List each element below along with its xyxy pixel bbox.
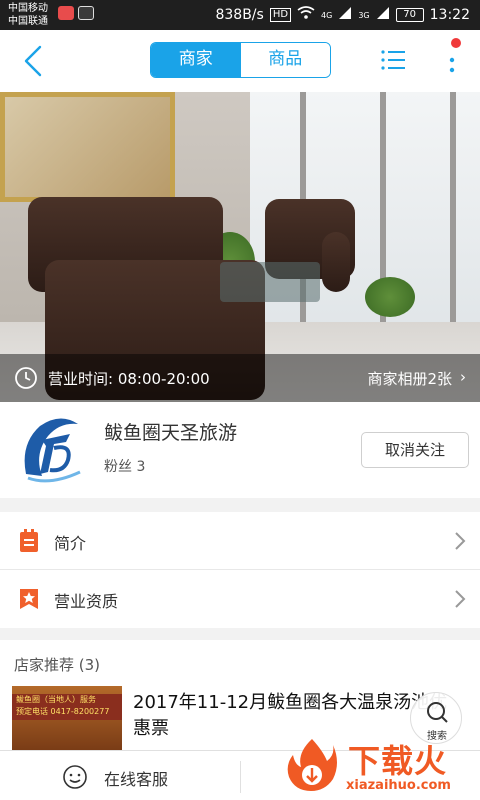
thumbnail-banner: 鲅鱼圈（当地人）服务 预定电话 0417-8200277 bbox=[12, 694, 122, 720]
net-speed: 838B/s bbox=[215, 7, 264, 23]
document-icon bbox=[18, 529, 40, 553]
thumbnail-text-2: 预定电话 0417-8200277 bbox=[16, 707, 110, 716]
list-icon bbox=[381, 50, 405, 70]
chevron-right-icon: › bbox=[460, 368, 466, 386]
merchant-name: 鲅鱼圈天圣旅游 bbox=[104, 422, 238, 444]
merchant-photo[interactable]: 营业时间: 08:00-20:00 商家相册2张 › bbox=[0, 92, 480, 402]
app-notification-icon bbox=[58, 6, 74, 20]
tab-merchant[interactable]: 商家 bbox=[151, 43, 241, 77]
chevron-right-icon bbox=[454, 589, 466, 609]
merchant-logo bbox=[20, 414, 86, 486]
product-thumbnail[interactable]: 鲅鱼圈（当地人）服务 预定电话 0417-8200277 bbox=[12, 686, 122, 750]
search-icon bbox=[427, 702, 448, 723]
back-button[interactable] bbox=[20, 44, 50, 78]
thumbnail-text-1: 鲅鱼圈（当地人）服务 bbox=[16, 695, 96, 704]
menu-item-label: 营业资质 bbox=[54, 592, 119, 611]
notification-badge bbox=[451, 38, 461, 48]
signal-4g-label: 4G bbox=[321, 10, 333, 20]
battery-icon: 70 bbox=[395, 8, 424, 22]
business-hours: 营业时间: 08:00-20:00 bbox=[48, 370, 210, 388]
carrier-2: 中国联通 bbox=[8, 16, 48, 27]
customer-service-button[interactable]: 在线客服 bbox=[104, 766, 168, 790]
star-badge-icon bbox=[18, 587, 40, 611]
hd-icon: HD bbox=[269, 8, 292, 22]
list-menu-button[interactable] bbox=[380, 48, 406, 72]
menu-item-qualification[interactable]: 营业资质 bbox=[0, 570, 480, 628]
status-bar: 中国移动 中国联通 838B/s HD 4G 3G 70 13:22 bbox=[0, 0, 480, 30]
menu-item-intro[interactable]: 简介 bbox=[0, 512, 480, 570]
watermark-brand: 下载火 bbox=[348, 742, 448, 780]
watermark-url: xiazaihuo.com bbox=[346, 778, 451, 793]
photo-frame bbox=[450, 92, 456, 352]
signal-bars-icon-2 bbox=[376, 6, 390, 24]
segment-control: 商家 商品 bbox=[150, 42, 331, 78]
album-link[interactable]: 商家相册2张 bbox=[367, 368, 452, 389]
notification-icons bbox=[58, 6, 94, 20]
signal-bars-icon bbox=[338, 6, 352, 24]
carrier-1: 中国移动 bbox=[8, 3, 48, 14]
divider bbox=[240, 761, 241, 793]
chevron-left-icon bbox=[24, 45, 42, 77]
photo-sofa bbox=[322, 232, 350, 292]
unfollow-button[interactable]: 取消关注 bbox=[361, 432, 469, 468]
carrier-labels: 中国移动 中国联通 bbox=[8, 2, 48, 28]
clock-icon bbox=[14, 366, 38, 390]
merchant-menu: 简介 营业资质 bbox=[0, 512, 480, 628]
section-title: 店家推荐 (3) bbox=[14, 656, 101, 674]
tab-product[interactable]: 商品 bbox=[240, 43, 330, 77]
chevron-right-icon bbox=[454, 531, 466, 551]
wifi-icon bbox=[297, 6, 315, 24]
signal-3g-label: 3G bbox=[358, 10, 370, 20]
menu-item-label: 简介 bbox=[54, 534, 87, 553]
wechat-icon bbox=[78, 6, 94, 20]
flame-logo-icon bbox=[283, 735, 341, 793]
status-right: 838B/s HD 4G 3G 70 13:22 bbox=[215, 6, 470, 24]
photo-painting bbox=[0, 92, 175, 202]
fans-count: 粉丝 3 bbox=[104, 459, 146, 475]
clock: 13:22 bbox=[429, 7, 470, 23]
store-recommendations: 店家推荐 (3) 鲅鱼圈（当地人）服务 预定电话 0417-8200277 20… bbox=[0, 640, 480, 750]
merchant-card: 鲅鱼圈天圣旅游 粉丝 3 取消关注 bbox=[0, 402, 480, 498]
smiley-chat-icon bbox=[62, 764, 88, 790]
nav-bar: 商家 商品 bbox=[0, 30, 480, 92]
photo-plant bbox=[365, 277, 415, 317]
hero-info-bar: 营业时间: 08:00-20:00 商家相册2张 › bbox=[0, 354, 480, 402]
photo-table bbox=[220, 262, 320, 302]
